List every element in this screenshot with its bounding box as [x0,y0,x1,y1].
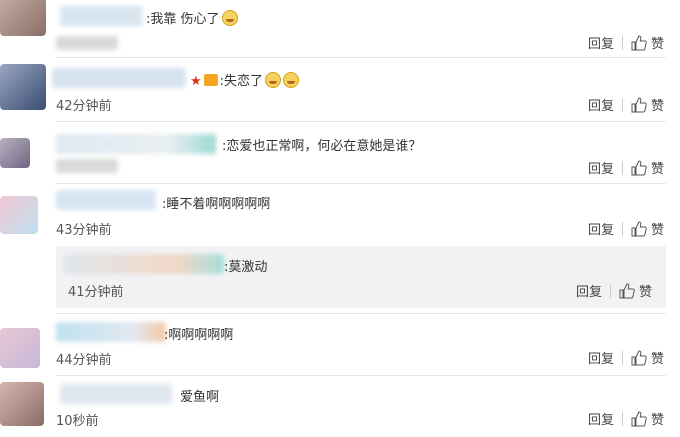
comment-item: :啊啊啊啊啊 44分钟前 回复 赞 [0,314,680,376]
comment-item: ★:失恋了 42分钟前 回复 赞 [0,58,680,122]
like-button[interactable]: 赞 [631,348,664,367]
reply-button[interactable]: 回复 [588,95,614,114]
thumbs-up-icon [631,410,647,426]
like-label: 赞 [650,162,664,177]
like-label: 赞 [650,99,664,114]
blurred-time [56,36,118,50]
like-button[interactable]: 赞 [631,33,664,52]
comment-time: 44分钟前 [56,353,112,368]
comment-time: 10秒前 [56,414,99,429]
blurred-username [56,134,216,154]
like-label: 赞 [638,285,652,300]
blurred-time [56,159,118,173]
action-divider [621,221,623,236]
like-button[interactable]: 赞 [619,281,652,300]
avatar[interactable] [0,382,44,426]
comment-text: :恋爱也正常啊，何必在意她是谁？ [222,139,422,154]
reply-thread: :莫激动 41分钟前 回复 赞 [56,246,666,308]
blurred-username [52,68,186,88]
thumbs-up-icon [631,349,647,365]
like-button[interactable]: 赞 [631,158,664,177]
thumbs-up-icon [631,220,647,236]
reply-button[interactable]: 回复 [588,33,614,52]
comment-item: :我靠 伤心了 回复 赞 [0,0,680,60]
action-divider [621,350,623,365]
action-divider [621,97,623,112]
reply-button[interactable]: 回复 [588,219,614,238]
action-divider [621,160,623,175]
action-divider [621,35,623,50]
comment-text: :我靠 伤心了 [146,8,238,27]
vip-badge-icon [203,74,218,86]
crying-face-icon [221,10,238,26]
thumbs-up-icon [619,282,635,298]
reply-button[interactable]: 回复 [588,348,614,367]
comment-text: :睡不着啊啊啊啊啊 [162,197,271,212]
like-label: 赞 [650,37,664,52]
like-button[interactable]: 赞 [631,219,664,238]
crying-face-icon [265,72,282,88]
reply-time: 41分钟前 [68,285,124,300]
reply-button[interactable]: 回复 [576,281,602,300]
blurred-username [60,384,172,404]
blurred-username [56,322,166,342]
blurred-username [64,254,224,274]
avatar[interactable] [0,328,40,368]
thumbs-up-icon [631,96,647,112]
reply-text: :莫激动 [224,260,268,275]
blurred-username [56,190,156,210]
comment-time: 42分钟前 [56,99,112,114]
comment-time: 43分钟前 [56,223,112,238]
star-icon: ★ [190,74,202,89]
avatar[interactable] [0,196,38,234]
avatar[interactable] [0,138,30,168]
comment-item: :恋爱也正常啊，何必在意她是谁？ 回复 赞 [0,122,680,184]
crying-face-icon [283,72,300,88]
comment-text: :啊啊啊啊啊 [164,328,234,343]
like-button[interactable]: 赞 [631,95,664,114]
like-label: 赞 [650,223,664,238]
avatar[interactable] [0,0,46,36]
reply-button[interactable]: 回复 [588,158,614,177]
comment-text: 爱鱼啊 [180,390,220,405]
like-label: 赞 [650,413,664,428]
thumbs-up-icon [631,159,647,175]
like-button[interactable]: 赞 [631,409,664,428]
thumbs-up-icon [631,34,647,50]
comment-item: 爱鱼啊 10秒前 回复 赞 [0,376,680,437]
comment-text: ★:失恋了 [190,70,300,89]
comment-item: :睡不着啊啊啊啊啊 43分钟前 回复 赞 :莫激动 41分钟前 回复 赞 [0,184,680,314]
reply-button[interactable]: 回复 [588,409,614,428]
blurred-username [60,6,142,26]
action-divider [609,283,611,298]
like-label: 赞 [650,352,664,367]
action-divider [621,411,623,426]
avatar[interactable] [0,64,46,110]
